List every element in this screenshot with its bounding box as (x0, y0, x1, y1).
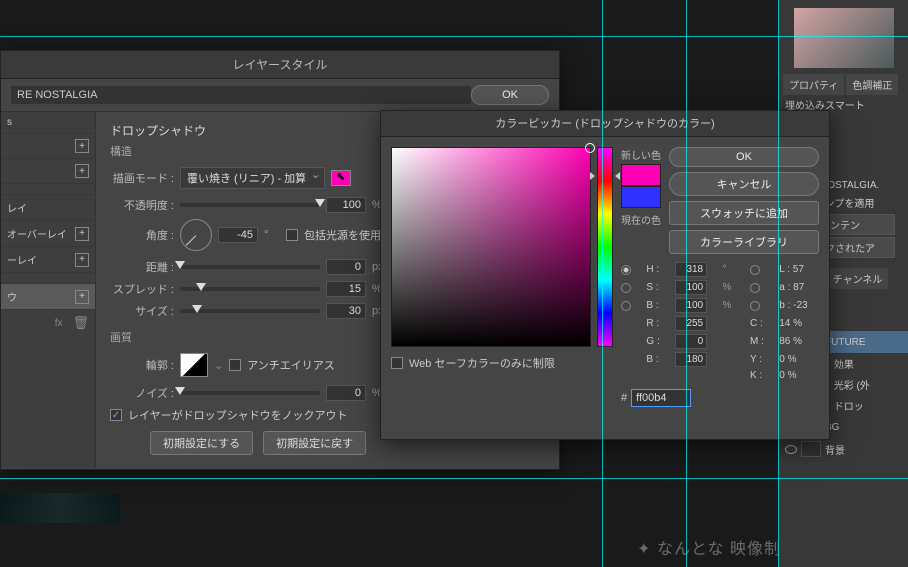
color-libraries-button[interactable]: カラーライブラリ (669, 230, 819, 254)
antialias-label: アンチエイリアス (247, 357, 335, 373)
spread-label: スプレッド : (110, 281, 174, 297)
ok-button[interactable]: OK (471, 85, 549, 105)
angle-input[interactable]: -45 (218, 227, 258, 243)
knockout-label: レイヤーがドロップシャドウをノックアウト (128, 407, 347, 423)
angle-dial[interactable] (180, 219, 212, 251)
opacity-input[interactable]: 100 (326, 197, 366, 213)
effect-item[interactable]: s (1, 112, 95, 134)
new-color-swatch[interactable] (621, 164, 661, 186)
contour-label: 輪郭 : (110, 357, 174, 373)
opacity-label: 不透明度 : (110, 197, 174, 213)
add-effect-icon[interactable]: + (75, 227, 89, 241)
effect-item[interactable]: + (1, 134, 95, 159)
radio-a[interactable] (750, 283, 760, 293)
opacity-slider[interactable] (180, 203, 320, 207)
effect-item[interactable]: レイ (1, 195, 95, 221)
add-effect-icon[interactable]: + (75, 253, 89, 267)
make-default-button[interactable]: 初期設定にする (150, 431, 253, 455)
noise-slider[interactable] (180, 391, 320, 395)
dialog-title: レイヤースタイル (1, 51, 559, 79)
radio-s[interactable] (621, 283, 631, 293)
effect-item[interactable] (1, 184, 95, 195)
ok-button[interactable]: OK (669, 147, 819, 167)
add-effect-icon[interactable]: + (75, 164, 89, 178)
distance-slider[interactable] (180, 265, 320, 269)
color-picker-title: カラーピッカー (ドロップシャドウのカラー) (381, 111, 829, 137)
size-input[interactable]: 30 (326, 303, 366, 319)
add-swatch-button[interactable]: スウォッチに追加 (669, 201, 819, 225)
radio-blab[interactable] (750, 301, 760, 311)
hex-label: # (621, 392, 627, 404)
color-picker-dialog: カラーピッカー (ドロップシャドウのカラー) Web セーフカラーのみに制限 新… (380, 110, 830, 440)
guide-horizontal (0, 478, 908, 479)
noise-label: ノイズ : (110, 385, 174, 401)
spread-input[interactable]: 15 (326, 281, 366, 297)
r-input[interactable]: 255 (675, 316, 707, 331)
antialias-checkbox[interactable] (229, 359, 241, 371)
bc-input[interactable]: 180 (675, 352, 707, 367)
reset-default-button[interactable]: 初期設定に戻す (263, 431, 366, 455)
radio-h[interactable] (621, 265, 631, 275)
saturation-value-field[interactable] (391, 147, 591, 347)
blend-mode-label: 描画モード : (110, 170, 174, 186)
current-color-swatch[interactable] (621, 186, 661, 208)
hex-input[interactable]: ff00b4 (631, 389, 691, 407)
trash-icon[interactable]: 🗑 (72, 315, 89, 331)
effect-item-drop-shadow[interactable]: ウ+ (1, 284, 95, 310)
effect-item[interactable]: + (1, 159, 95, 184)
effect-item[interactable]: オーバーレイ+ (1, 221, 95, 247)
layer-row[interactable]: 背景 (779, 438, 908, 460)
noise-input[interactable]: 0 (326, 385, 366, 401)
tab-properties[interactable]: プロパティ (783, 74, 844, 95)
color-marker[interactable] (585, 143, 595, 153)
tab-adjustments[interactable]: 色調補正 (846, 74, 898, 95)
effect-item[interactable] (1, 273, 95, 284)
knockout-checkbox[interactable] (110, 409, 122, 421)
size-slider[interactable] (180, 309, 320, 313)
document-name-field[interactable]: RE NOSTALGIA (11, 86, 471, 104)
g-input[interactable]: 0 (675, 334, 707, 349)
contour-picker[interactable] (180, 353, 208, 377)
guide-horizontal (0, 36, 908, 37)
s-input[interactable]: 100 (675, 280, 707, 295)
distance-input[interactable]: 0 (326, 259, 366, 275)
effects-list: s + + レイ オーバーレイ+ ーレイ+ ウ+ fx 🗑 (1, 112, 96, 468)
distance-label: 距離 : (110, 259, 174, 275)
tab-channels[interactable]: チャンネル (827, 268, 889, 289)
current-color-label: 現在の色 (621, 212, 661, 227)
web-safe-label: Web セーフカラーのみに制限 (409, 355, 555, 371)
add-effect-icon[interactable]: + (75, 290, 89, 304)
web-safe-checkbox[interactable] (391, 357, 403, 369)
radio-l[interactable] (750, 265, 760, 275)
effect-item[interactable]: ーレイ+ (1, 247, 95, 273)
canvas-image-strip (0, 493, 120, 523)
spread-slider[interactable] (180, 287, 320, 291)
cancel-button[interactable]: キャンセル (669, 172, 819, 196)
size-label: サイズ : (110, 303, 174, 319)
bv-input[interactable]: 100 (675, 298, 707, 313)
add-effect-icon[interactable]: + (75, 139, 89, 153)
shadow-color-swatch[interactable] (331, 170, 351, 186)
blend-mode-dropdown[interactable]: 覆い焼き (リニア) - 加算 (180, 167, 325, 189)
new-color-label: 新しい色 (621, 147, 661, 162)
h-input[interactable]: 318 (675, 262, 707, 277)
watermark-text: ✦ なんとな 映像制作 (637, 535, 798, 559)
fx-icon[interactable]: fx (55, 318, 63, 329)
preview-thumbnail (794, 8, 894, 68)
radio-b[interactable] (621, 301, 631, 311)
global-light-label: 包括光源を使用 (304, 227, 381, 243)
angle-label: 角度 : (110, 227, 174, 243)
global-light-checkbox[interactable] (286, 229, 298, 241)
hue-slider[interactable] (597, 147, 613, 347)
visibility-toggle[interactable] (785, 445, 797, 454)
